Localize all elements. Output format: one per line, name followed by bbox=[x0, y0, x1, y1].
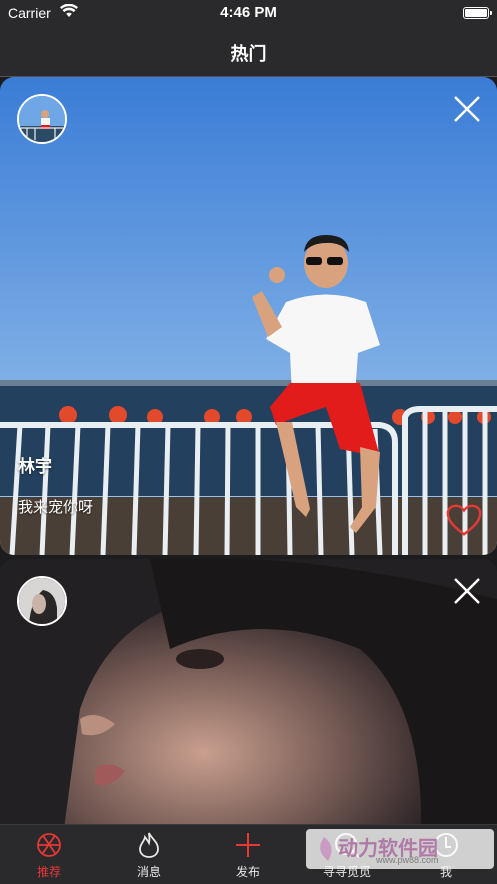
clock: 4:46 PM bbox=[220, 4, 277, 21]
tab-label: 消息 bbox=[136, 865, 161, 879]
watermark: 动力软件园 www.pw88.com bbox=[306, 829, 494, 869]
avatar[interactable] bbox=[17, 576, 67, 626]
post-card[interactable]: 林宇 我来宠你呀 bbox=[0, 77, 497, 555]
plus-icon bbox=[236, 833, 260, 857]
tab-recommend[interactable]: 推荐 bbox=[4, 831, 94, 880]
flame-icon bbox=[139, 832, 159, 858]
tab-publish[interactable]: 发布 bbox=[203, 831, 293, 880]
post-card[interactable] bbox=[0, 559, 497, 824]
tab-label: 发布 bbox=[235, 865, 260, 879]
close-icon[interactable] bbox=[451, 575, 483, 607]
heart-icon[interactable] bbox=[445, 502, 483, 538]
battery-icon bbox=[463, 7, 492, 19]
feed-list[interactable]: 林宇 我来宠你呀 bbox=[0, 77, 497, 824]
navigation-bar: 热门 bbox=[0, 28, 497, 77]
tab-messages[interactable]: 消息 bbox=[104, 831, 194, 880]
post-username[interactable]: 林宇 bbox=[18, 452, 52, 477]
post-photo bbox=[0, 77, 497, 555]
avatar-image bbox=[19, 96, 65, 142]
post-caption: 我来宠你呀 bbox=[18, 499, 94, 516]
status-bar: Carrier 4:46 PM bbox=[0, 0, 497, 28]
close-icon[interactable] bbox=[451, 93, 483, 125]
aperture-icon bbox=[37, 833, 61, 857]
page-title: 热门 bbox=[230, 44, 267, 64]
avatar[interactable] bbox=[17, 94, 67, 144]
tab-label: 推荐 bbox=[36, 865, 61, 879]
watermark-url: www.pw88.com bbox=[376, 855, 439, 865]
avatar-image bbox=[19, 578, 65, 624]
watermark-logo-icon bbox=[320, 837, 332, 861]
post-photo bbox=[0, 559, 497, 824]
